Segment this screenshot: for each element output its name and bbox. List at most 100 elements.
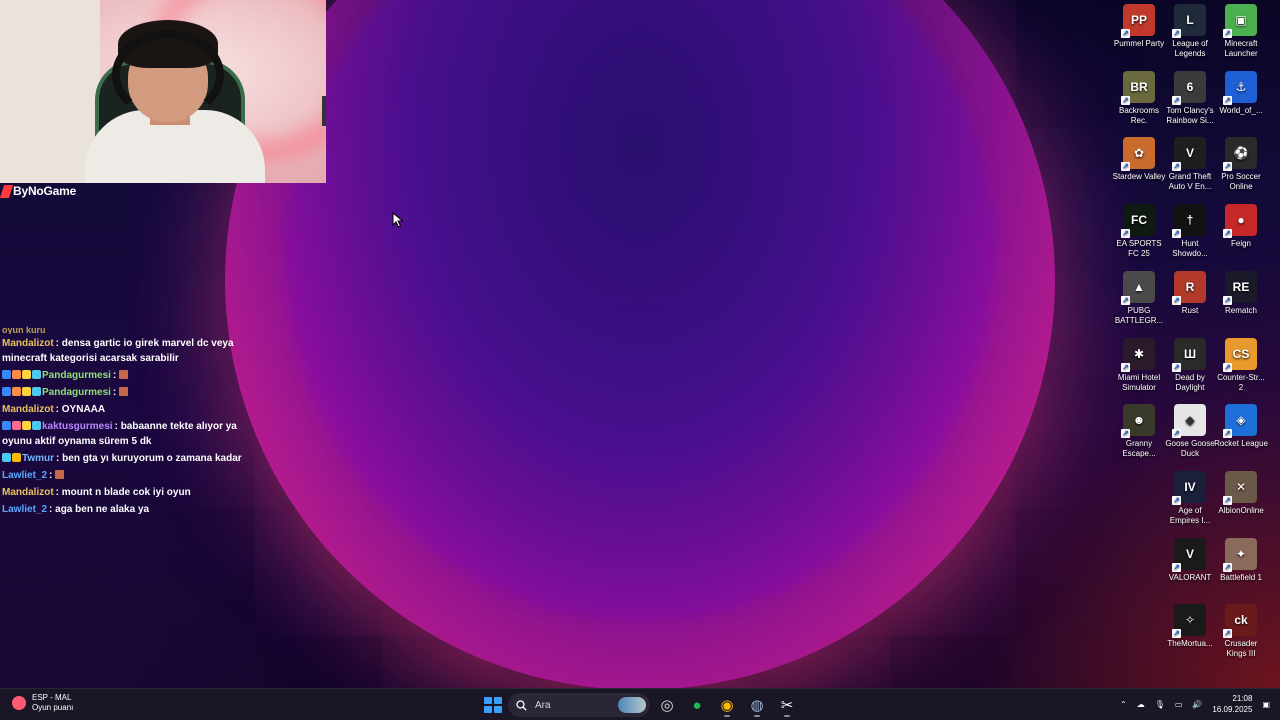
start-tile-icon — [484, 697, 492, 704]
desktop-shortcut-label: Minecraft Launcher — [1224, 39, 1258, 58]
microphone-icon[interactable]: 🎙 — [1155, 700, 1165, 709]
notification-bell-icon[interactable]: ▣ — [1262, 700, 1270, 709]
desktop-shortcut[interactable]: 6 ↗ Tom Clancy's Rainbow Si... — [1163, 70, 1217, 126]
clock[interactable]: 21:08 16.09.2025 — [1212, 693, 1252, 715]
obs-studio-icon[interactable]: ◎ — [654, 693, 680, 717]
desktop-shortcut[interactable]: L ↗ League of Legends — [1163, 4, 1217, 59]
desktop-shortcut[interactable]: V ↗ VALORANT — [1163, 537, 1217, 583]
chat-message: Mandalizot: densa gartic io girek marvel… — [2, 336, 254, 366]
chat-username[interactable]: Lawliet_2 — [2, 470, 47, 481]
desktop-shortcut[interactable]: ✧ ↗ TheMortua... — [1163, 604, 1217, 649]
stardew-valley-icon: ✿ ↗ — [1121, 137, 1155, 172]
shortcut-arrow-icon: ↗ — [1172, 162, 1181, 172]
desktop-shortcut[interactable]: ⚓ ↗ World_of_... — [1214, 70, 1268, 116]
desktop-shortcut[interactable]: ● ↗ Feign — [1214, 204, 1268, 249]
desktop-shortcut[interactable]: ✦ ↗ Battlefield 1 — [1214, 537, 1268, 583]
desktop-shortcut[interactable]: Ш ↗ Dead by Daylight — [1163, 337, 1217, 393]
steam-icon[interactable]: ◍ — [744, 693, 770, 717]
desktop-shortcut[interactable]: ◈ ↗ Rocket League — [1214, 404, 1268, 449]
desktop-shortcut[interactable]: ✿ ↗ Stardew Valley — [1112, 137, 1166, 182]
channel-logo-icon — [0, 184, 14, 198]
shortcut-arrow-icon: ↗ — [1223, 29, 1232, 38]
chat-message: Pandagurmesi: — [2, 385, 254, 400]
desktop-icons: PP ↗ Pummel Party L ↗ League of Legends ▣ ↗ Mine… — [1112, 4, 1280, 684]
desktop-shortcut-label: VALORANT — [1168, 572, 1212, 582]
desktop-shortcut[interactable]: ▣ ↗ Minecraft Launcher — [1214, 4, 1268, 59]
chat-username[interactable]: Twmur — [22, 453, 54, 464]
gta-v-icon: V ↗ — [1172, 137, 1206, 172]
chat-username[interactable]: kaktusgurmesi — [42, 421, 113, 432]
shortcut-arrow-icon: ↗ — [1223, 95, 1232, 105]
running-indicator — [784, 715, 790, 717]
desktop-shortcut[interactable]: ck ↗ Crusader Kings III — [1214, 604, 1268, 659]
desktop-shortcut[interactable]: FC ↗ EA SPORTS FC 25 — [1112, 204, 1166, 259]
desktop-shortcut[interactable]: ✕ ↗ AlbionOnline — [1214, 470, 1268, 516]
taskbar-widget[interactable]: ESP - MAL Oyun puanı — [12, 693, 73, 713]
pro-soccer-online-icon: ⚽ ↗ — [1223, 137, 1257, 172]
chrome-icon[interactable]: ◉ — [714, 693, 740, 717]
desktop-shortcut[interactable]: PP ↗ Pummel Party — [1112, 4, 1166, 49]
widget-title: ESP - MAL — [32, 693, 72, 702]
desktop-shortcut[interactable]: BR ↗ Backrooms Rec. — [1112, 70, 1166, 126]
desktop-shortcut[interactable]: ⚽ ↗ Pro Soccer Online — [1214, 137, 1268, 192]
desktop-shortcut[interactable]: † ↗ Hunt Showdo... — [1163, 204, 1217, 259]
clock-date: 16.09.2025 — [1212, 705, 1253, 714]
chat-emote-icon — [119, 370, 129, 379]
webcam-overlay — [0, 0, 326, 183]
mouse-cursor-icon — [392, 212, 404, 228]
chat-cut-off-line: oyun kuru — [2, 326, 46, 334]
desktop-shortcut[interactable]: V ↗ Grand Theft Auto V En... — [1163, 137, 1217, 192]
pubg-icon: ▲ ↗ — [1121, 270, 1155, 305]
volume-icon[interactable]: 🔊 — [1192, 700, 1202, 709]
clock-time: 21:08 — [1232, 694, 1253, 703]
shortcut-arrow-icon: ↗ — [1172, 229, 1181, 239]
desktop-shortcut[interactable]: IV ↗ Age of Empires I... — [1163, 470, 1217, 526]
shortcut-arrow-icon: ↗ — [1121, 429, 1130, 439]
desktop-shortcut[interactable]: RE ↗ Rematch — [1214, 270, 1268, 316]
wallpaper-orb-inner — [285, 0, 995, 620]
chat-username[interactable]: Pandagurmesi — [42, 370, 111, 381]
chat-username[interactable]: Pandagurmesi — [42, 387, 111, 398]
chat-message: Mandalizot: OYNAAA — [2, 402, 254, 417]
chat-message: Lawliet_2: — [2, 468, 254, 483]
chat-username[interactable]: Mandalizot — [2, 404, 54, 415]
shortcut-arrow-icon: ↗ — [1172, 629, 1181, 639]
start-button[interactable] — [480, 693, 504, 717]
desktop-shortcut-label: Rust — [1181, 305, 1199, 315]
rainbow-six-icon: 6 ↗ — [1172, 70, 1206, 105]
chat-badge-icon — [2, 387, 11, 396]
chat-username[interactable]: Mandalizot — [2, 338, 54, 349]
desktop-shortcut[interactable]: CS ↗ Counter-Str... 2 — [1214, 337, 1268, 393]
desktop-shortcut-label: Stardew Valley — [1112, 172, 1166, 182]
network-icon[interactable]: ▭ — [1175, 700, 1183, 709]
show-hidden-icons-icon[interactable]: ⌃ — [1120, 700, 1127, 709]
rocket-league-icon: ◈ ↗ — [1223, 404, 1257, 439]
shortcut-arrow-icon: ↗ — [1172, 95, 1181, 105]
taskbar-apps: Ara ◎ ● ◉ ◍ ✂ — [480, 693, 800, 717]
taskbar-search[interactable]: Ara — [508, 693, 650, 717]
chat-message: Twmur: ben gta yı kuruyorum o zamana kad… — [2, 451, 254, 466]
widget-text: ESP - MAL Oyun puanı — [32, 693, 73, 713]
ea-sports-fc25-icon: FC ↗ — [1121, 204, 1155, 239]
shortcut-arrow-icon: ↗ — [1223, 295, 1232, 305]
taskbar-app-glyph: ◎ — [660, 697, 674, 714]
counter-strike-2-icon: CS ↗ — [1223, 337, 1257, 372]
start-tile-icon — [494, 697, 502, 704]
chat-username[interactable]: Lawliet_2 — [2, 504, 47, 515]
desktop-shortcut[interactable]: ◆ ↗ Goose Goose Duck — [1163, 404, 1217, 459]
chat-message: Pandagurmesi: — [2, 368, 254, 383]
cloud-off-icon[interactable]: ☁ — [1137, 700, 1145, 709]
spotify-icon[interactable]: ● — [684, 693, 710, 717]
chat-username[interactable]: Mandalizot — [2, 487, 54, 498]
desktop-shortcut[interactable]: ▲ ↗ PUBG BATTLEGR... — [1112, 270, 1166, 326]
valorant-icon: V ↗ — [1172, 537, 1206, 572]
granny-escape-icon: ☻ ↗ — [1121, 404, 1155, 439]
capcut-icon[interactable]: ✂ — [774, 693, 800, 717]
desktop-shortcut[interactable]: R ↗ Rust — [1163, 270, 1217, 316]
channel-tag: ByNoGame — [0, 184, 76, 198]
chat-badge-icon — [32, 421, 41, 430]
desktop-shortcut[interactable]: ✱ ↗ Miami Hotel Simulator — [1112, 337, 1166, 393]
desktop-shortcut[interactable]: ☻ ↗ Granny Escape... — [1112, 404, 1166, 459]
desktop-shortcut-label: TheMortua... — [1167, 639, 1213, 649]
hunt-showdown-icon: † ↗ — [1172, 204, 1206, 239]
